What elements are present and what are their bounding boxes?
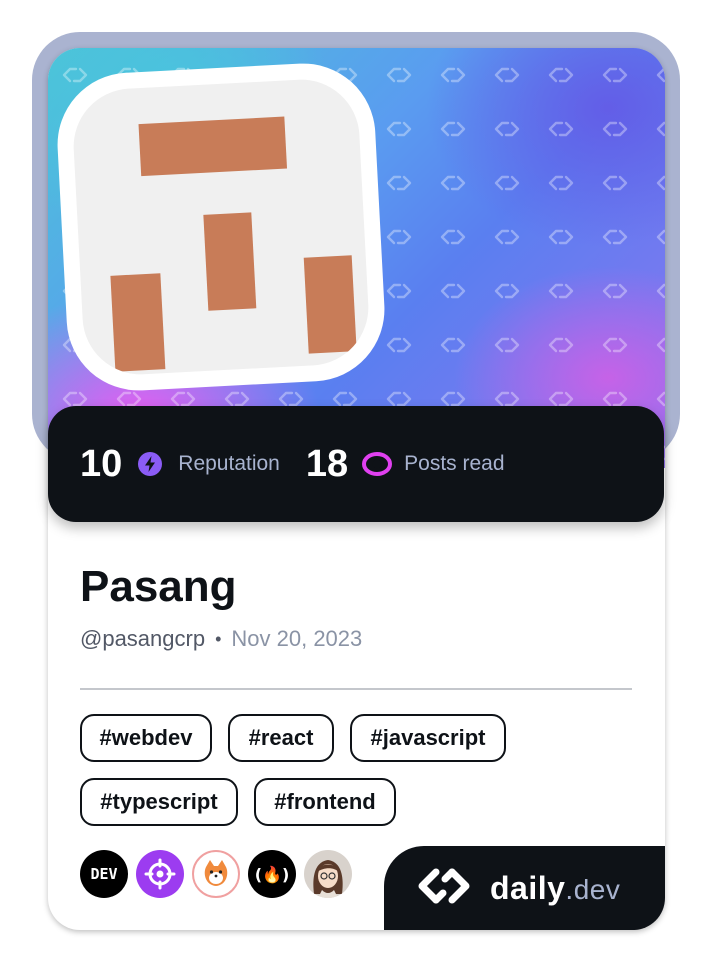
brand-name: daily.dev — [490, 870, 620, 907]
avatar-image — [70, 76, 372, 378]
dev-to-label: DEV — [90, 865, 118, 883]
reputation-stat: 10 Reputation — [80, 443, 280, 486]
shiba-icon[interactable] — [192, 850, 240, 898]
posts-read-stat: 18 Posts read — [306, 443, 505, 486]
daily-dev-logo: daily.dev — [384, 846, 665, 930]
stats-bar: 10 Reputation 18 Posts read — [48, 406, 664, 522]
profile-avatar — [53, 59, 389, 395]
reputation-label: Reputation — [178, 452, 280, 475]
freecodecamp-icon[interactable]: (🔥) — [248, 850, 296, 898]
brand-name-text: daily — [490, 869, 566, 906]
anime-girl-avatar-icon[interactable] — [304, 850, 352, 898]
eye-icon — [362, 450, 393, 478]
freecodecamp-label: (🔥) — [254, 864, 290, 884]
avatar-shape — [110, 273, 166, 372]
avatar-shape — [303, 255, 357, 354]
tag-react[interactable]: #react — [228, 714, 334, 762]
meta-separator: • — [215, 628, 222, 649]
tag-javascript[interactable]: #javascript — [350, 714, 506, 762]
daily-dev-icon — [416, 866, 478, 911]
tag-webdev[interactable]: #webdev — [80, 714, 212, 762]
reputation-value: 10 — [80, 442, 123, 485]
profile-name: Pasang — [80, 562, 237, 611]
tag-typescript[interactable]: #typescript — [80, 778, 238, 826]
avatar-shape — [138, 116, 288, 177]
profile-meta: @pasangcrp • Nov 20, 2023 — [80, 626, 362, 652]
avatar-shape — [203, 212, 257, 311]
target-icon[interactable] — [136, 850, 184, 898]
brand-suffix: .dev — [565, 873, 621, 905]
tag-frontend[interactable]: #frontend — [254, 778, 396, 826]
dev-to-icon[interactable]: DEV — [80, 850, 128, 898]
lightning-icon — [136, 450, 164, 478]
profile-handle: @pasangcrp — [80, 626, 206, 651]
divider — [80, 688, 632, 690]
posts-read-value: 18 — [305, 442, 349, 485]
posts-read-label: Posts read — [404, 452, 505, 475]
join-date: Nov 20, 2023 — [231, 626, 363, 651]
